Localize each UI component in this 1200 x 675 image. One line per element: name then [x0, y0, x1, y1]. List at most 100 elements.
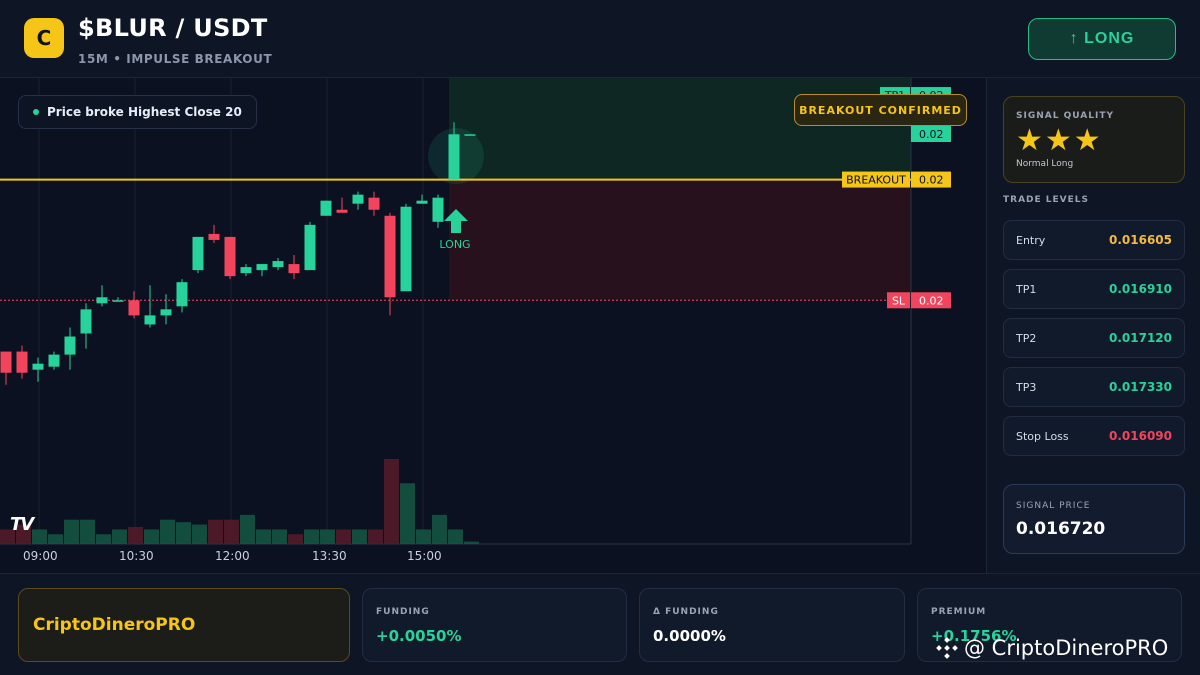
candle-body — [336, 209, 348, 213]
trade-level-entry[interactable]: Entry 0.016605 — [1003, 220, 1185, 260]
volume-bar — [224, 519, 239, 544]
trade-level-stop-loss[interactable]: Stop Loss 0.016090 — [1003, 416, 1185, 456]
volume-bar — [192, 524, 207, 544]
time-label: 12:00 — [215, 549, 250, 563]
delta-funding-value: 0.0000% — [653, 627, 726, 645]
funding-card: FUNDING +0.0050% — [362, 588, 627, 662]
volume-bar — [304, 529, 319, 544]
volume-bar — [384, 459, 399, 544]
candle-body — [48, 354, 60, 367]
long-button[interactable]: ↑ LONG — [1028, 18, 1176, 60]
signal-price-card: SIGNAL PRICE 0.016720 — [1003, 484, 1185, 554]
volume-bar — [112, 529, 127, 544]
volume-bar — [448, 529, 463, 544]
stop-loss-zone — [449, 179, 911, 301]
candle-body — [80, 309, 92, 334]
star-rating-icon: ★★★ — [1016, 123, 1103, 158]
signal-price-title: SIGNAL PRICE — [1016, 501, 1091, 511]
volume-bar — [80, 519, 95, 544]
volume-bar — [208, 519, 223, 544]
volume-bar — [256, 529, 271, 544]
funding-title: FUNDING — [376, 607, 430, 617]
volume-bar — [160, 519, 175, 544]
candle-body — [416, 200, 428, 204]
candle-body — [240, 267, 252, 274]
chart-canvas[interactable]: LONG0.02TP10.020.02BREAKOUT0.02SL — [0, 78, 986, 573]
volume-bar — [48, 534, 63, 544]
candle-body — [112, 300, 124, 302]
price-tag-value: 0.02 — [919, 128, 944, 141]
candle-body — [144, 315, 156, 325]
premium-title: PREMIUM — [931, 607, 987, 617]
trade-level-label: Stop Loss — [1016, 429, 1069, 443]
signal-quality-subtitle: Normal Long — [1016, 159, 1074, 169]
trade-level-label: TP3 — [1016, 380, 1037, 394]
volume-bar — [368, 529, 383, 544]
candle-body — [448, 134, 460, 180]
volume-bar — [96, 534, 111, 544]
candle-body — [368, 197, 380, 210]
candle-body — [224, 236, 236, 277]
funding-value: +0.0050% — [376, 627, 462, 645]
candle-body — [64, 336, 76, 355]
trade-level-value: 0.016910 — [1108, 282, 1172, 296]
long-signal-label: LONG — [439, 238, 470, 251]
volume-bar — [64, 519, 79, 544]
trade-level-value: 0.017120 — [1108, 331, 1172, 345]
tradingview-logo-icon: TV — [10, 514, 34, 535]
trade-level-value: 0.016605 — [1108, 233, 1172, 247]
pair-title: $BLUR / USDT — [78, 14, 268, 42]
trade-levels-title: TRADE LEVELS — [1003, 195, 1089, 205]
volume-bar — [176, 522, 191, 544]
candle-body — [0, 351, 12, 373]
chart-legend: Price broke Highest Close 20 — [18, 95, 257, 129]
time-label: 10:30 — [119, 549, 154, 563]
breakout-confirmed-badge: BREAKOUT CONFIRMED — [794, 94, 967, 126]
trade-level-value: 0.017330 — [1108, 380, 1172, 394]
trade-level-tp1[interactable]: TP1 0.016910 — [1003, 269, 1185, 309]
candle-body — [208, 233, 220, 240]
signal-quality-card: SIGNAL QUALITY ★★★ Normal Long — [1003, 96, 1185, 183]
volume-bar — [272, 529, 287, 544]
candle-body — [176, 282, 188, 307]
volume-bar — [400, 483, 415, 544]
volume-bar — [352, 529, 367, 544]
volume-bar — [416, 529, 431, 544]
delta-funding-title: Δ FUNDING — [653, 607, 719, 617]
price-tag-value: 0.02 — [919, 174, 944, 187]
price-tag-value: 0.02 — [919, 294, 944, 307]
candle-body — [304, 224, 316, 271]
legend-dot-icon — [33, 109, 39, 115]
binance-logo-icon — [936, 637, 958, 659]
delta-funding-card: Δ FUNDING 0.0000% — [639, 588, 905, 662]
candle-body — [256, 264, 268, 271]
brand-name: CriptoDineroPRO — [33, 615, 196, 635]
volume-bar — [320, 529, 335, 544]
time-label: 09:00 — [23, 549, 58, 563]
signal-quality-title: SIGNAL QUALITY — [1016, 111, 1114, 121]
price-chart[interactable]: LONG0.02TP10.020.02BREAKOUT0.02SL Price … — [0, 78, 986, 573]
timeframe-subtitle: 15M • IMPULSE BREAKOUT — [78, 52, 273, 66]
candle-body — [160, 309, 172, 316]
candle-body — [16, 351, 28, 373]
candle-body — [32, 363, 44, 370]
legend-text: Price broke Highest Close 20 — [47, 105, 242, 119]
app-root: C $BLUR / USDT 15M • IMPULSE BREAKOUT ↑ … — [0, 0, 1200, 675]
trade-level-label: TP2 — [1016, 331, 1037, 345]
volume-bar — [432, 514, 447, 544]
trade-level-tp2[interactable]: TP2 0.017120 — [1003, 318, 1185, 358]
candle-body — [192, 236, 204, 271]
header: C $BLUR / USDT 15M • IMPULSE BREAKOUT ↑ … — [0, 0, 1200, 78]
candle-body — [96, 297, 108, 304]
price-tag-label: SL — [892, 294, 906, 307]
candle-body — [432, 197, 444, 222]
trade-level-tp3[interactable]: TP3 0.017330 — [1003, 367, 1185, 407]
candle-body — [128, 300, 140, 316]
app-logo-icon: C — [24, 18, 64, 58]
volume-bar — [128, 527, 143, 544]
volume-bar — [288, 534, 303, 544]
trade-level-label: TP1 — [1016, 282, 1037, 296]
brand-card: CriptoDineroPRO — [18, 588, 350, 662]
watermark: @ CriptoDineroPRO — [936, 636, 1168, 660]
candle-body — [400, 206, 412, 292]
